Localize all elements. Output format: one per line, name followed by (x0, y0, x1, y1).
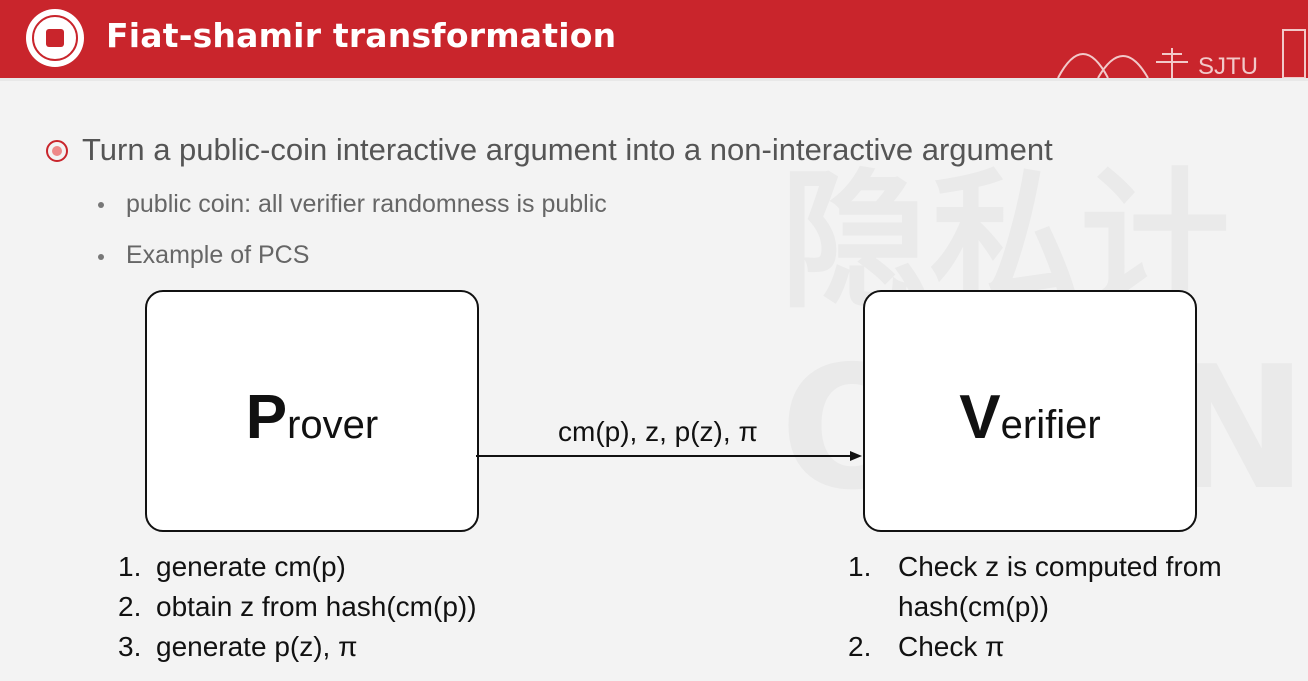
verifier-initial: V (959, 383, 1001, 452)
step-text: Check π (898, 631, 1005, 662)
verifier-step: 2. Check π (848, 627, 1222, 667)
sub-bullet-public-coin: public coin: all verifier randomness is … (126, 190, 607, 218)
prover-step: 3. generate p(z), π (118, 627, 477, 667)
prover-steps: 1. generate cm(p) 2. obtain z from hash(cm… (118, 547, 477, 667)
slide-title: Fiat-shamir transformation (106, 16, 617, 55)
step-number: 3. (118, 631, 142, 662)
verifier-step: hash(cm(p)) (848, 587, 1222, 627)
verifier-box: Verifier (863, 290, 1197, 532)
title-bar: Fiat-shamir transformation SJTU (0, 0, 1308, 81)
step-text: Check z is computed from (898, 551, 1222, 582)
main-bullet-text: Turn a public-coin interactive argument … (82, 132, 1053, 167)
prover-step: 1. generate cm(p) (118, 547, 477, 587)
campus-logo-text: SJTU (1198, 53, 1258, 78)
step-text: hash(cm(p)) (898, 591, 1049, 622)
step-number: 1. (848, 551, 872, 582)
step-number: 1. (118, 551, 142, 582)
step-text: generate cm(p) (156, 551, 346, 582)
step-number: 2. (848, 631, 872, 662)
prover-box: Prover (145, 290, 479, 532)
verifier-steps: 1. Check z is computed from hash(cm(p)) 2… (848, 547, 1222, 667)
bullet-seal-icon (46, 140, 68, 162)
prover-initial: P (245, 383, 288, 452)
prover-step: 2. obtain z from hash(cm(p)) (118, 587, 477, 627)
verifier-step: 1. Check z is computed from (848, 547, 1222, 587)
verifier-label: Verifier (865, 382, 1195, 453)
prover-label: Prover (147, 382, 477, 453)
sub-bullet-pcs: Example of PCS (126, 241, 310, 269)
university-seal-logo (26, 9, 84, 67)
sub-bullet-dot (98, 202, 104, 208)
message-label: cm(p), z, p(z), π (558, 416, 758, 447)
step-text: generate p(z), π (156, 631, 358, 662)
verifier-label-rest: erifier (1000, 403, 1101, 447)
step-text: obtain z from hash(cm(p)) (156, 591, 477, 622)
prover-label-rest: rover (287, 403, 379, 447)
step-number: 2. (118, 591, 142, 622)
campus-skyline-logo: SJTU (1057, 29, 1306, 78)
sub-bullet-dot (98, 254, 104, 260)
